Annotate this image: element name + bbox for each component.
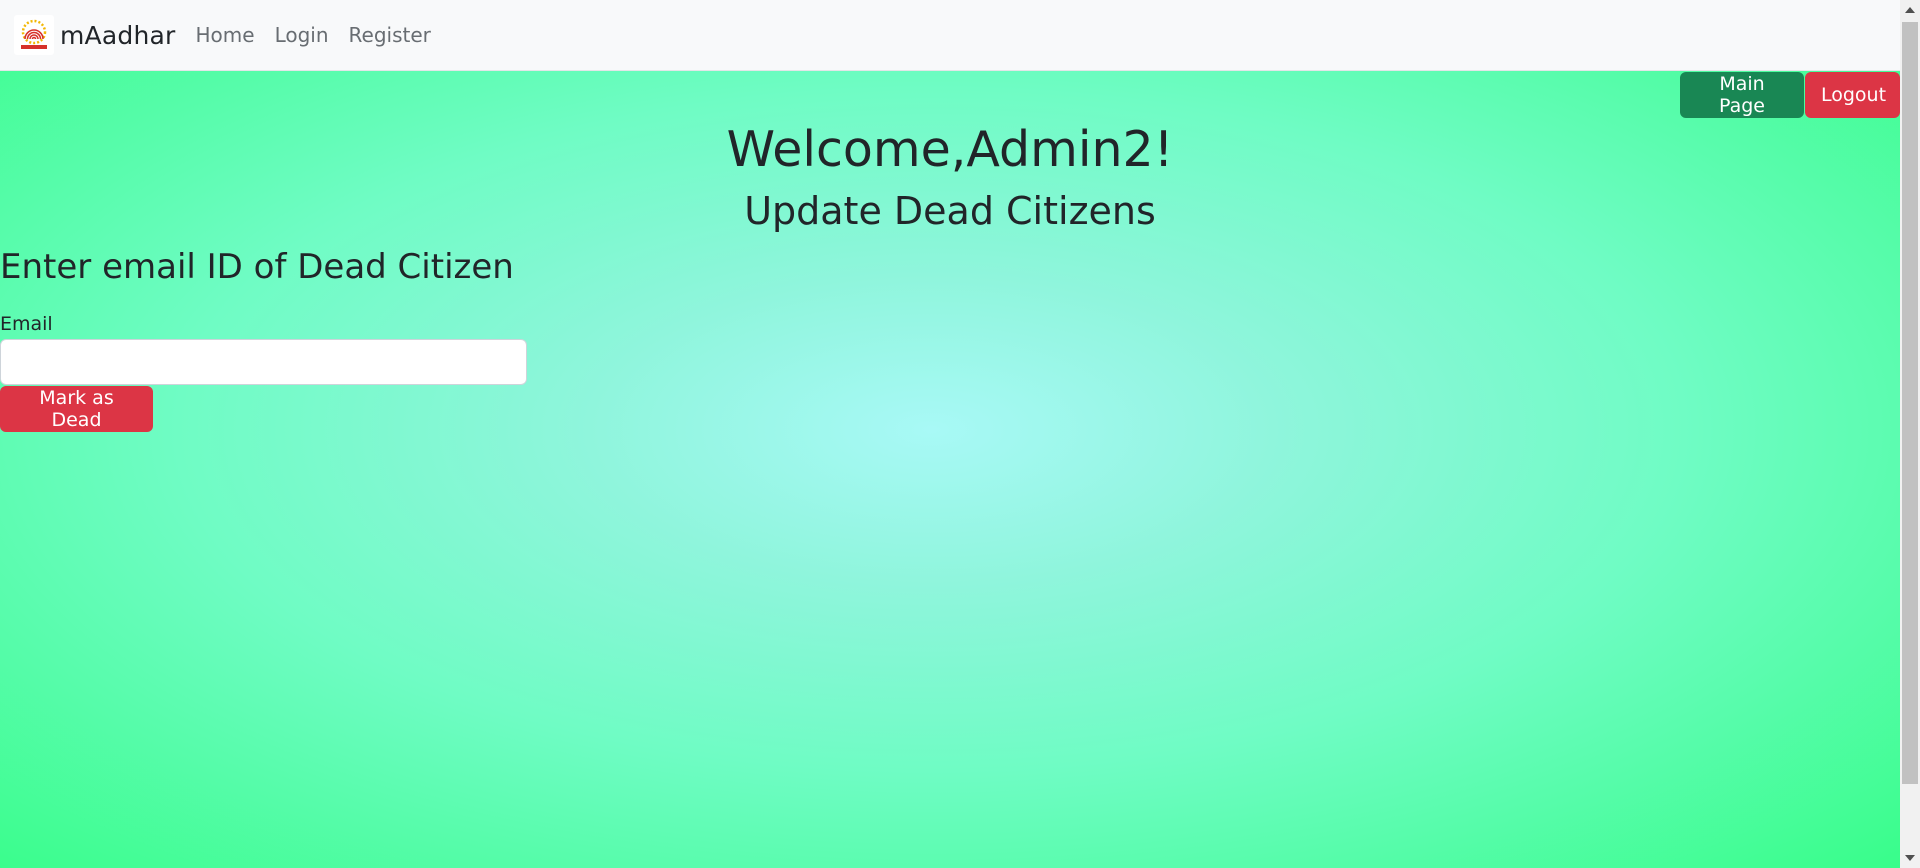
email-field[interactable] (0, 339, 527, 385)
logout-button[interactable]: Logout (1805, 72, 1900, 118)
header-button-group: Main Page Logout (1680, 72, 1900, 118)
scrollbar-thumb[interactable] (1902, 22, 1918, 784)
vertical-scrollbar[interactable] (1900, 0, 1920, 868)
mark-as-dead-button[interactable]: Mark as Dead (0, 386, 153, 432)
nav-links: Home Login Register (196, 23, 451, 47)
aadhaar-logo-icon (14, 15, 54, 55)
nav-home-link[interactable]: Home (196, 23, 255, 47)
nav-login-link[interactable]: Login (275, 23, 329, 47)
navbar: mAadhar Home Login Register (0, 0, 1900, 71)
main-content: Main Page Logout Welcome,Admin2! Update … (0, 71, 1900, 868)
scroll-down-icon[interactable] (1905, 855, 1915, 861)
scroll-up-icon[interactable] (1905, 7, 1915, 13)
brand-link[interactable]: mAadhar (14, 15, 176, 55)
nav-register-link[interactable]: Register (349, 23, 431, 47)
brand-name: mAadhar (60, 20, 176, 50)
main-page-button[interactable]: Main Page (1680, 72, 1804, 118)
page-subtitle: Update Dead Citizens (744, 189, 1156, 233)
form-heading: Enter email ID of Dead Citizen (0, 247, 514, 287)
welcome-heading: Welcome,Admin2! (726, 121, 1174, 178)
email-label: Email (0, 313, 53, 335)
page: mAadhar Home Login Register Main Page Lo… (0, 0, 1920, 868)
